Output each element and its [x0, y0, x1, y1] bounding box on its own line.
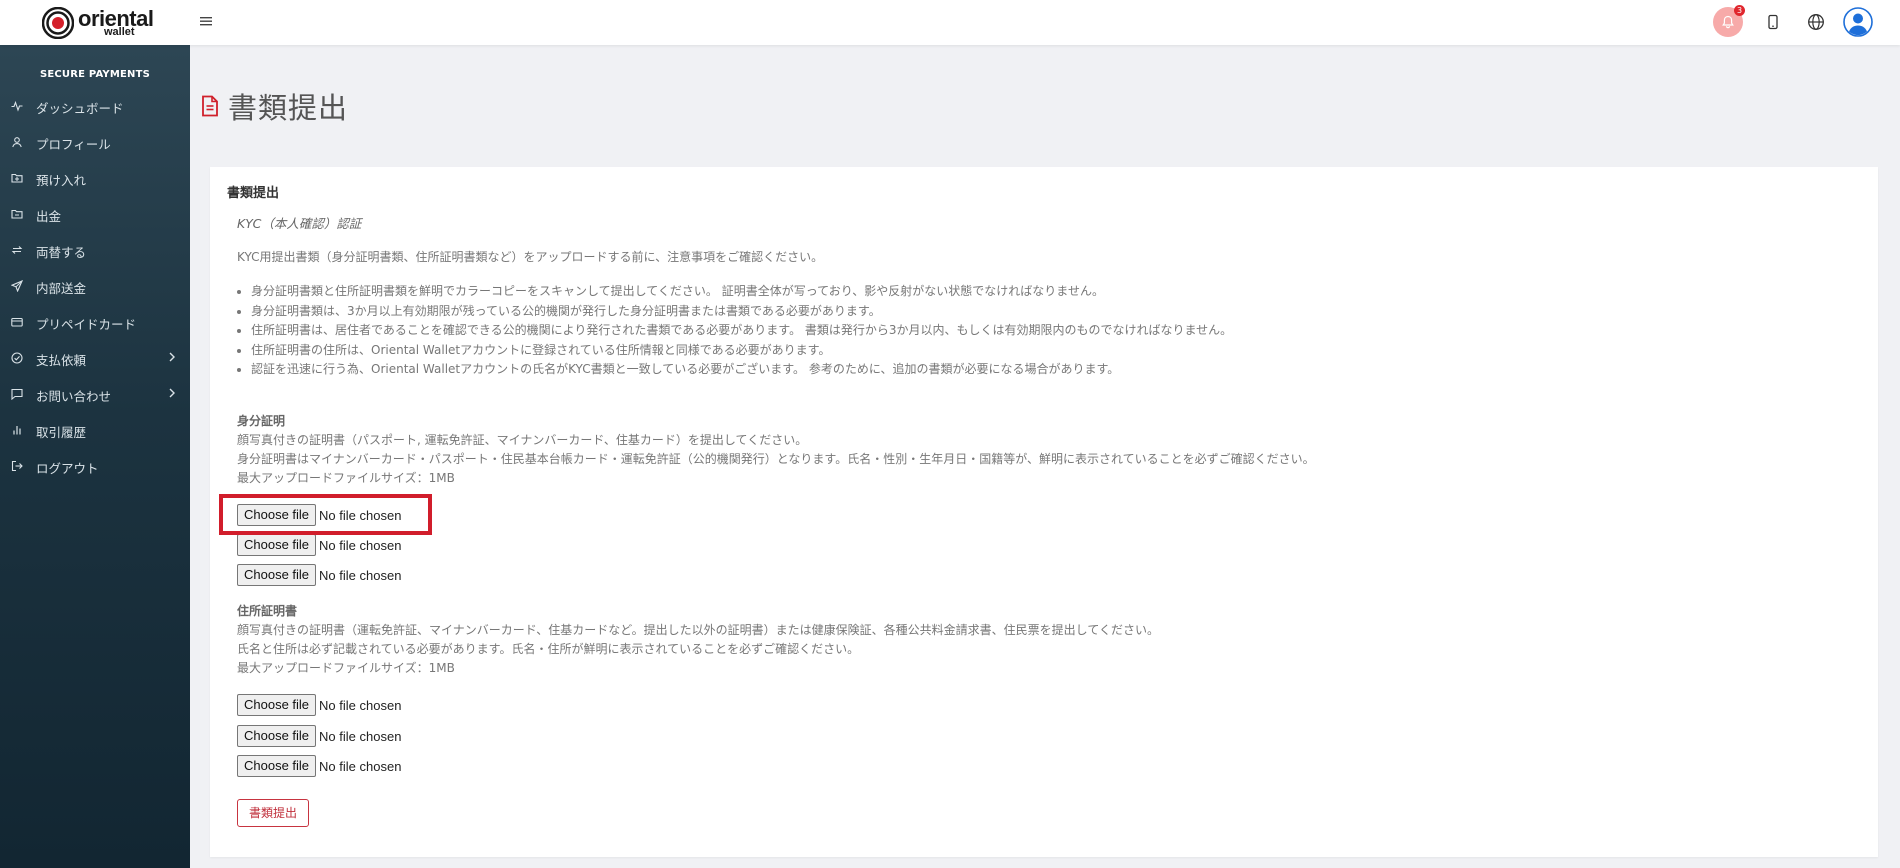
notification-count-badge: 3	[1734, 5, 1745, 16]
oriental-wallet-logo-icon	[42, 7, 74, 39]
send-icon	[11, 280, 23, 292]
sidebar-item-label: お問い合わせ	[36, 389, 112, 404]
identity-section-title: 身分証明	[237, 414, 286, 428]
sidebar-item-label: 支払依頼	[36, 353, 87, 368]
check-circle-icon	[11, 352, 23, 364]
bar-chart-icon	[13, 426, 21, 435]
address-file-input-1[interactable]: Choose file No file chosen	[237, 694, 401, 716]
list-item: 住所証明書は、居住者であることを確認できる公的機関により発行された書類である必要…	[251, 321, 1232, 341]
bell-icon	[1722, 15, 1734, 29]
sidebar-item-logout[interactable]: ログアウト	[0, 448, 190, 484]
file-status: No file chosen	[319, 537, 402, 553]
sidebar-item-label: 取引履歴	[36, 425, 87, 440]
sidebar-item-label: 内部送金	[36, 281, 87, 296]
highlight-box	[219, 494, 432, 535]
activity-icon	[11, 100, 23, 112]
kyc-notes-list: 身分証明書類と住所証明書類を鮮明でカラーコピーをスキャンして提出してください。 …	[237, 282, 1232, 380]
list-item: 住所証明書の住所は、Oriental Walletアカウントに登録されている住所…	[251, 341, 1232, 361]
list-item: 認証を迅速に行う為、Oriental Walletアカウントの氏名がKYC書類と…	[251, 360, 1232, 380]
file-status: No file chosen	[319, 697, 402, 713]
card-title: 書類提出	[227, 186, 280, 201]
sidebar-item-internal-transfer[interactable]: 内部送金	[0, 268, 190, 304]
file-status: No file chosen	[319, 758, 402, 774]
sidebar-nav: ダッシュボード プロフィール 預け入れ 出金 両替する 内部送金 プリペイドカー…	[0, 88, 190, 484]
sidebar-item-withdraw[interactable]: 出金	[0, 196, 190, 232]
identity-description-2: 身分証明書はマイナンバーカード・パスポート・住民基本台帳カード・運転免許証（公的…	[237, 452, 1315, 466]
address-section-title: 住所証明書	[237, 604, 298, 618]
top-bar: oriental wallet 3	[0, 0, 1900, 45]
file-status: No file chosen	[319, 567, 402, 583]
sidebar-item-label: ダッシュボード	[36, 101, 124, 116]
sidebar-item-label: プロフィール	[36, 137, 111, 152]
logout-icon	[11, 460, 23, 472]
address-description-1: 顔写真付きの証明書（運転免許証、マイナンバーカード、住基カードなど。提出した以外…	[237, 623, 1159, 637]
brand-logo[interactable]: oriental wallet	[42, 4, 154, 42]
address-max-size: 最大アップロードファイルサイズ：1MB	[237, 661, 455, 675]
identity-file-input-2[interactable]: Choose file No file chosen	[237, 534, 401, 556]
sidebar-item-payment-request[interactable]: 支払依頼	[0, 340, 190, 376]
list-item: 身分証明書類と住所証明書類を鮮明でカラーコピーをスキャンして提出してください。 …	[251, 282, 1232, 302]
document-icon	[202, 95, 218, 117]
sidebar-item-exchange[interactable]: 両替する	[0, 232, 190, 268]
identity-max-size: 最大アップロードファイルサイズ：1MB	[237, 471, 455, 485]
chevron-right-icon	[169, 388, 175, 398]
address-file-input-2[interactable]: Choose file No file chosen	[237, 725, 401, 747]
message-icon	[11, 388, 23, 400]
sidebar-item-transaction-history[interactable]: 取引履歴	[0, 412, 190, 448]
sidebar-item-label: 出金	[36, 209, 62, 224]
kyc-heading: KYC（本人確認）認証	[237, 216, 362, 231]
sidebar: SECURE PAYMENTS ダッシュボード プロフィール 預け入れ 出金 両…	[0, 45, 190, 868]
folder-out-icon	[11, 209, 23, 219]
sidebar-item-profile[interactable]: プロフィール	[0, 124, 190, 160]
sidebar-heading: SECURE PAYMENTS	[39, 69, 151, 80]
sidebar-item-label: プリペイドカード	[36, 317, 137, 332]
list-item: 身分証明書類は、3か月以上有効期限が残っている公的機関が発行した身分証明書または…	[251, 302, 1232, 322]
sidebar-item-dashboard[interactable]: ダッシュボード	[0, 88, 190, 124]
file-status: No file chosen	[319, 728, 402, 744]
address-file-input-3[interactable]: Choose file No file chosen	[237, 755, 401, 777]
sidebar-item-contact[interactable]: お問い合わせ	[0, 376, 190, 412]
document-submission-card: 書類提出 KYC（本人確認）認証 KYC用提出書類（身分証明書類、住所証明書類な…	[210, 167, 1878, 857]
address-description-2: 氏名と住所は必ず記載されている必要があります。氏名・住所が鮮明に表示されているこ…	[237, 642, 860, 656]
menu-toggle-icon[interactable]	[199, 14, 213, 28]
choose-file-button[interactable]: Choose file	[237, 534, 317, 556]
choose-file-button[interactable]: Choose file	[237, 694, 317, 716]
user-avatar-icon[interactable]	[1843, 7, 1873, 37]
page-header: 書類提出	[201, 86, 348, 126]
kyc-intro-text: KYC用提出書類（身分証明書類、住所証明書類など）をアップロードする前に、注意事…	[237, 250, 824, 264]
folder-in-icon	[11, 173, 23, 183]
exchange-icon	[11, 246, 23, 254]
sidebar-item-deposit[interactable]: 預け入れ	[0, 160, 190, 196]
choose-file-button[interactable]: Choose file	[237, 725, 317, 747]
mobile-icon[interactable]	[1765, 14, 1781, 30]
sidebar-item-label: ログアウト	[36, 461, 99, 476]
sidebar-item-label: 両替する	[36, 245, 87, 260]
chevron-right-icon	[169, 352, 175, 362]
user-icon	[12, 137, 22, 148]
choose-file-button[interactable]: Choose file	[237, 755, 317, 777]
sidebar-item-prepaid-card[interactable]: プリペイドカード	[0, 304, 190, 340]
choose-file-button[interactable]: Choose file	[237, 564, 317, 586]
identity-description-1: 顔写真付きの証明書（パスポート, 運転免許証、マイナンバーカード、住基カード）を…	[237, 433, 808, 447]
identity-file-input-3[interactable]: Choose file No file chosen	[237, 564, 401, 586]
card-icon	[11, 317, 23, 327]
submit-documents-button[interactable]: 書類提出	[237, 799, 309, 827]
page-title: 書類提出	[228, 91, 349, 125]
globe-icon[interactable]	[1807, 13, 1825, 31]
sidebar-item-label: 預け入れ	[36, 173, 87, 188]
